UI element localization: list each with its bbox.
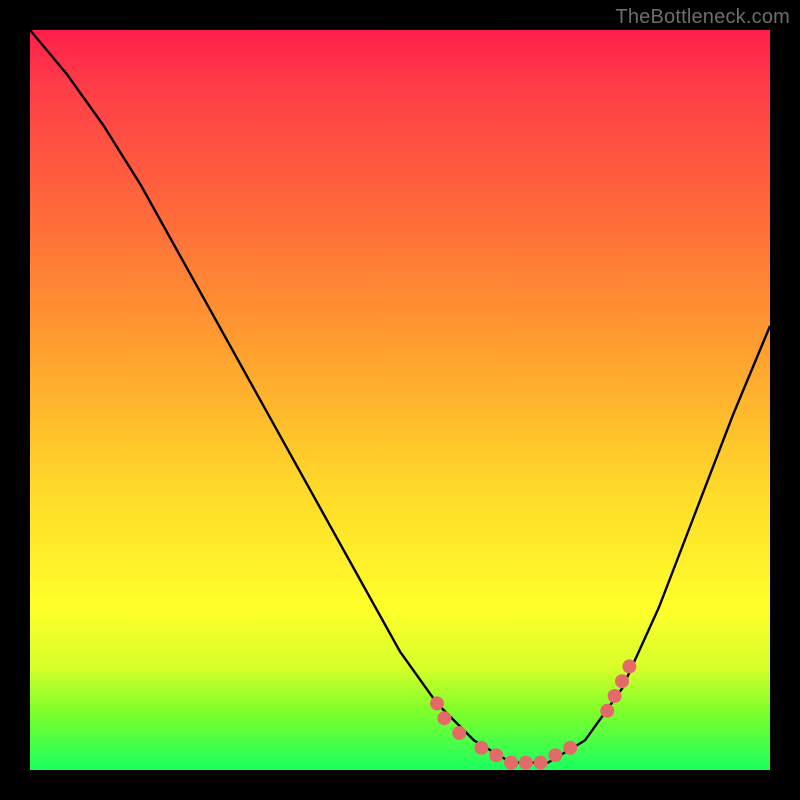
curve-marker [615, 674, 629, 688]
curve-marker [622, 659, 636, 673]
curve-marker [452, 726, 466, 740]
curve-marker [474, 741, 488, 755]
watermark-label: TheBottleneck.com [615, 6, 790, 29]
curve-marker [437, 711, 451, 725]
curve-marker [430, 696, 444, 710]
curve-marker [504, 756, 518, 770]
curve-marker [600, 704, 614, 718]
plot-area [30, 30, 770, 770]
marker-group [430, 659, 636, 769]
bottleneck-curve [30, 30, 770, 763]
curve-layer [30, 30, 770, 770]
chart-frame: TheBottleneck.com [0, 0, 800, 800]
curve-marker [489, 748, 503, 762]
curve-marker [534, 756, 548, 770]
curve-marker [548, 748, 562, 762]
curve-marker [608, 689, 622, 703]
curve-marker [563, 741, 577, 755]
curve-marker [519, 756, 533, 770]
